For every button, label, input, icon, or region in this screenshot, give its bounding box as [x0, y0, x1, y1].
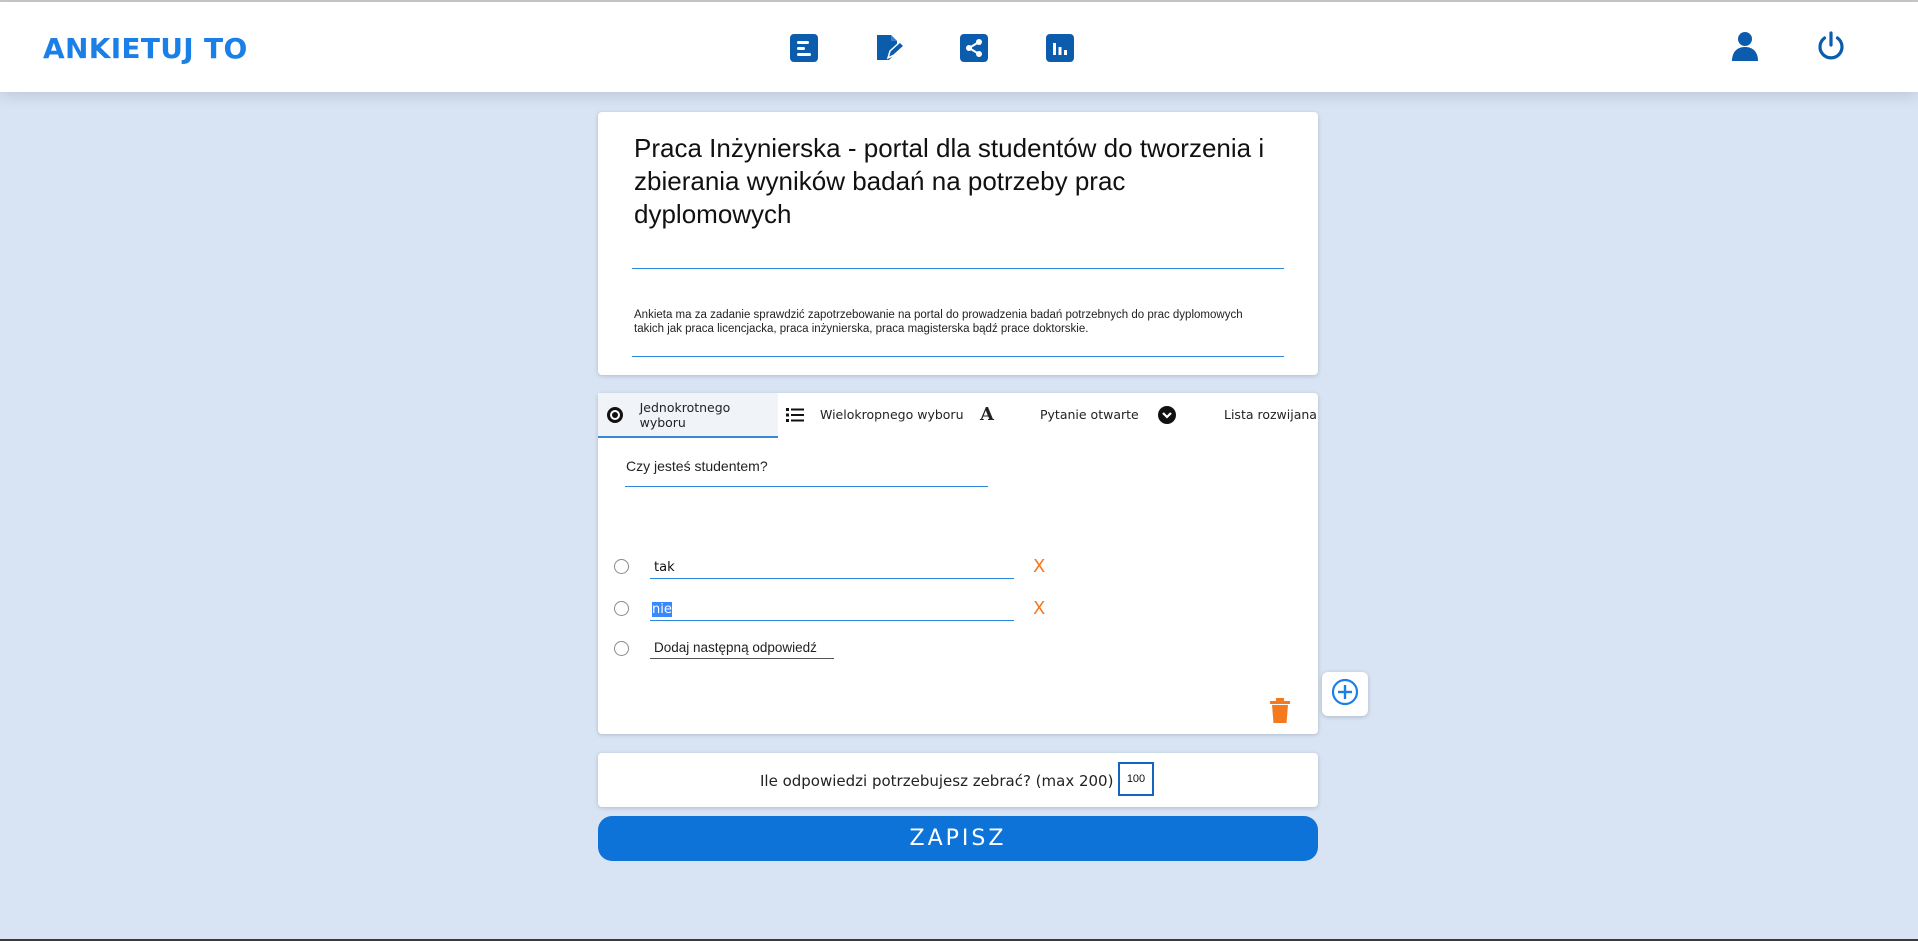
add-answer-field[interactable]: Dodaj następną odpowiedź	[654, 640, 817, 655]
user-icon[interactable]	[1729, 30, 1761, 62]
tab-label: Wielokropnego wyboru	[820, 407, 964, 422]
text-icon: A	[980, 404, 994, 425]
app-logo[interactable]: ANKIETUJ TO	[43, 32, 248, 65]
survey-title-input[interactable]: Praca Inżynierska - portal dla studentów…	[634, 132, 1284, 231]
add-question-button[interactable]	[1322, 672, 1368, 716]
answer-radio	[614, 641, 629, 656]
form-list-icon[interactable]	[788, 32, 820, 64]
edit-document-icon[interactable]	[872, 32, 904, 64]
radio-icon	[604, 404, 626, 426]
tab-open-question[interactable]: A Pytanie otwarte	[976, 393, 1146, 436]
save-button[interactable]: ZAPISZ	[598, 816, 1318, 861]
responses-count-label: Ile odpowiedzi potrzebujesz zebrać? (max…	[760, 772, 1114, 790]
power-icon[interactable]	[1815, 30, 1847, 62]
list-icon	[784, 404, 806, 426]
answer-input-selected[interactable]: nie	[652, 602, 672, 617]
description-underline	[632, 356, 1284, 357]
survey-header-card: Praca Inżynierska - portal dla studentów…	[598, 112, 1318, 375]
answer-underline	[650, 620, 1014, 621]
tab-multiple-choice[interactable]: Wielokropnego wyboru	[784, 393, 964, 436]
question-type-tabs: Jednokrotnego wyboru Wielokropnego wybor…	[598, 393, 1318, 438]
tab-label: Jednokrotnego wyboru	[639, 399, 731, 430]
share-icon[interactable]	[958, 32, 990, 64]
add-answer-underline	[650, 658, 834, 659]
tab-single-choice[interactable]: Jednokrotnego wyboru	[598, 393, 778, 438]
title-underline	[632, 268, 1284, 269]
remove-answer-button[interactable]: X	[1033, 598, 1045, 619]
results-chart-icon[interactable]	[1044, 32, 1076, 64]
survey-description-input[interactable]: Ankieta ma za zadanie sprawdzić zapotrze…	[634, 308, 1274, 336]
tab-label: Pytanie otwarte	[1040, 407, 1139, 422]
responses-count-card: Ile odpowiedzi potrzebujesz zebrać? (max…	[598, 753, 1318, 807]
dropdown-icon	[1156, 404, 1178, 426]
tab-dropdown-list[interactable]: Lista rozwijana	[1156, 393, 1318, 436]
answer-underline	[650, 578, 1014, 579]
question-text-input[interactable]: Czy jesteś studentem?	[626, 458, 768, 474]
responses-count-input[interactable]: 100	[1118, 762, 1154, 796]
answer-input[interactable]: tak	[654, 560, 675, 575]
tab-label: Lista rozwijana	[1224, 407, 1317, 422]
trash-icon[interactable]	[1268, 698, 1292, 724]
answer-radio[interactable]	[614, 559, 629, 574]
question-card: Jednokrotnego wyboru Wielokropnego wybor…	[598, 393, 1318, 734]
top-navigation-bar: ANKIETUJ TO	[0, 2, 1918, 92]
remove-answer-button[interactable]: X	[1033, 556, 1045, 577]
question-underline	[625, 486, 988, 487]
selected-text: nie	[652, 602, 672, 617]
plus-circle-icon	[1331, 678, 1359, 711]
answer-radio[interactable]	[614, 601, 629, 616]
